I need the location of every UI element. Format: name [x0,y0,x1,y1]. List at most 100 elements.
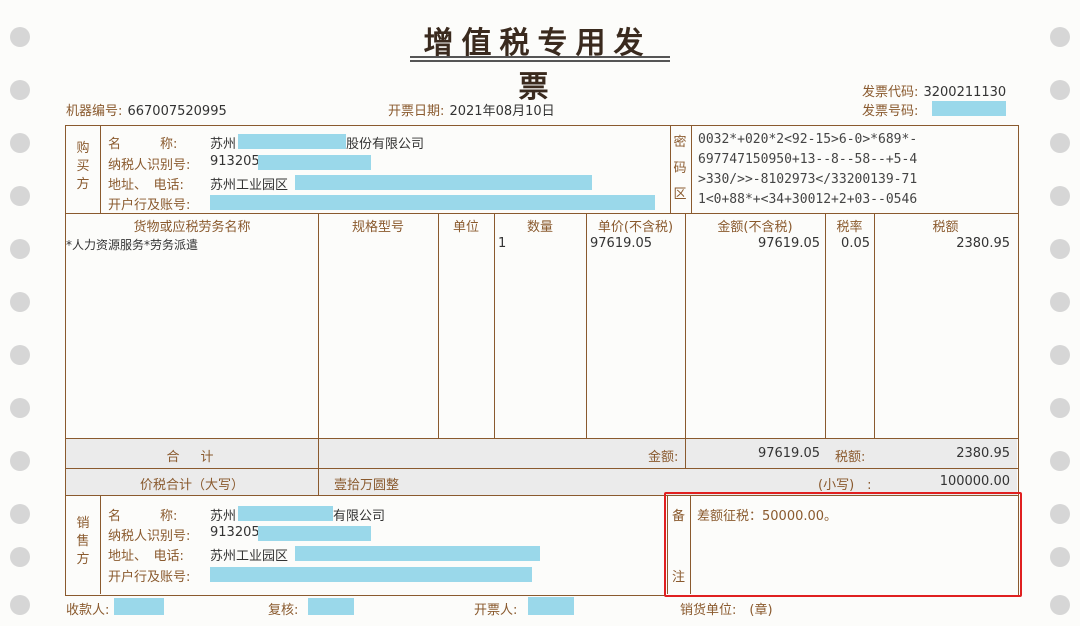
seller-side-label: 销售方 [76,516,90,567]
seller-tax-id-label: 纳税人识别号: [108,529,191,544]
table-rule [685,213,686,468]
col-header-tax: 税额 [932,220,959,235]
seller-bank-label: 开户行及账号: [108,570,191,585]
punch-hole [10,345,30,365]
seller-name-label: 名 称: [108,509,178,524]
invoice-title: 增值税专用发票 [423,26,652,105]
grand-total-label: 价税合计（大写） [139,478,244,493]
redaction [528,597,574,615]
seller-seal-label: 销货单位: (章) [680,603,773,618]
col-header-name: 货物或应税劳务名称 [133,220,251,235]
totals-label: 合 计 [166,450,218,465]
redaction [210,195,655,210]
punch-hole [10,80,30,100]
buyer-side-label: 购买方 [76,141,90,192]
punch-hole [1050,80,1070,100]
buyer-address-label: 地址、 电话: [108,178,184,193]
issuer-label: 开票人: [474,603,518,618]
col-header-rate: 税率 [836,220,863,235]
punch-hole [10,27,30,47]
redaction [932,101,1006,116]
punch-hole [10,398,30,418]
totals-amount-label: 金额: [648,450,679,465]
invoice-code: 发票代码: 3200211130 [862,85,1007,100]
table-rule [318,213,319,495]
punch-hole [1050,27,1070,47]
totals-tax-label: 税额: [835,450,866,465]
seller-address-label: 地址、 电话: [108,549,184,564]
punch-hole [1050,345,1070,365]
cipher-side-label: 密码区 [673,135,687,202]
grand-total-words: 壹拾万圆整 [334,478,400,493]
punch-hole [10,186,30,206]
cipher-text: 0032*+020*2<92-15>6-0>*689*- 69774715095… [698,132,918,207]
totals-amount: 97619.05 [757,446,820,461]
table-rule [494,213,495,438]
item-rate: 0.05 [841,236,870,251]
redaction [238,134,346,149]
grand-total-small-label: (小写) : [818,478,872,493]
table-rule [65,468,1018,469]
col-header-amount: 金额(不含税) [717,220,793,235]
redaction [258,155,371,170]
title-underline [410,60,670,62]
punch-hole [1050,595,1070,615]
punch-hole [1050,292,1070,312]
redaction [114,598,164,615]
item-amount: 97619.05 [757,236,820,251]
redaction [295,546,540,561]
item-tax: 2380.95 [956,236,1010,251]
buyer-name-label: 名 称: [108,137,178,152]
punch-hole [10,239,30,259]
seller-name-suffix: 有限公司 [333,509,386,524]
seller-address-prefix: 苏州工业园区 [210,549,289,564]
punch-hole [10,133,30,153]
item-qty: 1 [498,236,507,251]
punch-hole [1050,451,1070,471]
remarks-highlight-box [664,492,1022,597]
buyer-name-suffix: 股份有限公司 [346,137,425,152]
redaction [295,175,592,190]
redaction [308,598,354,615]
totals-tax: 2380.95 [956,446,1010,461]
table-rule [100,495,101,594]
col-header-unit: 单位 [452,220,479,235]
punch-hole [1050,547,1070,567]
table-rule [65,213,1018,214]
table-rule [586,213,587,438]
buyer-address-prefix: 苏州工业园区 [210,178,289,193]
table-rule [691,125,692,213]
table-rule [100,125,101,213]
table-rule [670,125,671,213]
reviewer-label: 复核: [268,603,299,618]
grand-total-number: 100000.00 [939,474,1010,489]
col-header-price: 单价(不含税) [597,220,674,235]
punch-hole [1050,398,1070,418]
col-header-qty: 数量 [526,220,553,235]
table-rule [438,213,439,438]
seller-tax-id-prefix: 913205 [210,525,260,540]
redaction [238,506,333,521]
payee-label: 收款人: [66,603,110,618]
item-price: 97619.05 [590,236,653,251]
punch-hole [10,595,30,615]
buyer-name-prefix: 苏州 [210,137,237,152]
buyer-tax-id-prefix: 913205 [210,154,260,169]
punch-hole [10,547,30,567]
redaction [210,567,532,582]
punch-hole [1050,186,1070,206]
item-name: *人力资源服务*劳务派遣 [66,238,199,252]
punch-hole [10,451,30,471]
punch-hole [1050,239,1070,259]
buyer-bank-label: 开户行及账号: [108,198,191,213]
table-rule [874,213,875,438]
punch-hole [10,292,30,312]
buyer-tax-id-label: 纳税人识别号: [108,158,191,173]
col-header-spec: 规格型号 [351,220,404,235]
punch-hole [1050,133,1070,153]
redaction [258,526,371,541]
punch-hole [10,504,30,524]
punch-hole [1050,504,1070,524]
seller-name-prefix: 苏州 [210,509,237,524]
table-rule [65,438,1018,439]
